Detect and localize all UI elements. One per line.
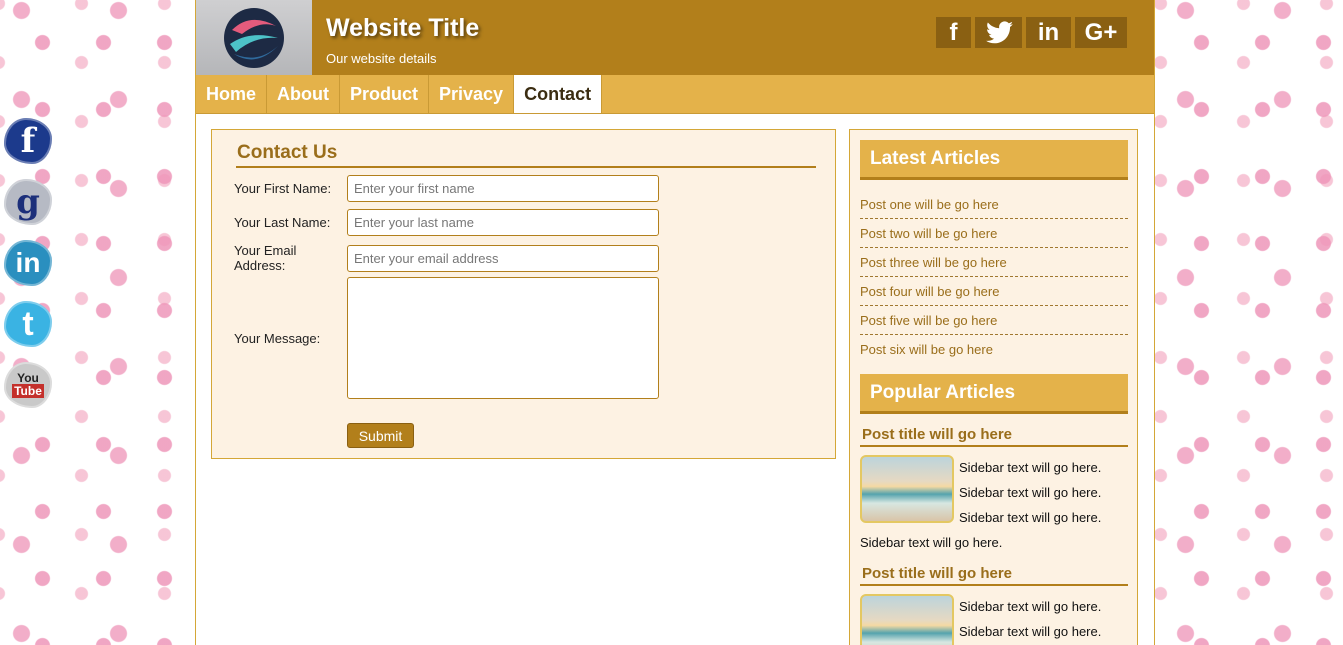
facebook-icon[interactable]: f (936, 17, 971, 48)
youtube-icon[interactable]: You Tube (2, 360, 54, 410)
latest-article-link[interactable]: Post four will be go here (860, 277, 1128, 306)
google-icon[interactable]: g (2, 177, 54, 227)
popular-article-body: Sidebar text will go here. Sidebar text … (860, 594, 1128, 645)
nav-product[interactable]: Product (340, 75, 430, 113)
twitter-icon[interactable]: t (2, 299, 54, 349)
popular-article-title[interactable]: Post title will go here (860, 425, 1128, 447)
floating-social-bar: f g in t You Tube (2, 116, 56, 421)
popular-article-text: Sidebar text will go here. Sidebar text … (959, 599, 1102, 639)
message-textarea[interactable] (347, 277, 659, 399)
latest-article-link[interactable]: Post three will be go here (860, 248, 1128, 277)
main-nav: Home About Product Privacy Contact (196, 75, 1154, 114)
email-field[interactable]: Enter your email address (347, 244, 659, 272)
popular-article: Post title will go here Sidebar text wil… (860, 564, 1128, 645)
contact-heading: Contact Us (236, 142, 816, 168)
popular-articles-heading: Popular Articles (860, 374, 1128, 414)
submit-button[interactable]: Submit (347, 423, 414, 448)
first-name-label: Your First Name: (234, 181, 332, 196)
first-name-row: Your First Name: Enter your first name (234, 175, 659, 202)
nav-about[interactable]: About (267, 75, 340, 113)
last-name-label: Your Last Name: (234, 215, 331, 230)
first-name-field[interactable]: Enter your first name (347, 175, 659, 202)
site-title: Website Title (326, 14, 480, 42)
email-row: Your Email Address: Enter your email add… (234, 243, 659, 273)
header-social-links: f in G+ (936, 17, 1127, 48)
beach-thumbnail[interactable] (860, 455, 954, 523)
site-logo[interactable] (196, 0, 312, 75)
latest-articles-list: Post one will be go here Post two will b… (860, 190, 1128, 364)
nav-privacy[interactable]: Privacy (429, 75, 515, 113)
latest-article-link[interactable]: Post six will be go here (860, 335, 1128, 364)
linkedin-icon[interactable]: in (1026, 17, 1071, 48)
facebook-icon[interactable]: f (2, 116, 54, 166)
site-header: Website Title Our website details f in G… (196, 0, 1154, 75)
nav-home[interactable]: Home (196, 75, 268, 113)
latest-article-link[interactable]: Post five will be go here (860, 306, 1128, 335)
google-plus-icon[interactable]: G+ (1075, 17, 1127, 48)
logo-icon (224, 7, 284, 68)
popular-article-title[interactable]: Post title will go here (860, 564, 1128, 586)
beach-thumbnail[interactable] (860, 594, 954, 645)
sidebar: Latest Articles Post one will be go here… (849, 129, 1138, 645)
message-row: Your Message: (234, 277, 659, 399)
message-label: Your Message: (234, 330, 321, 346)
nav-contact[interactable]: Contact (514, 75, 603, 113)
site-subtitle: Our website details (326, 51, 437, 66)
page-container: Website Title Our website details f in G… (195, 0, 1155, 645)
last-name-field[interactable]: Enter your last name (347, 209, 659, 236)
last-name-row: Your Last Name: Enter your last name (234, 209, 659, 236)
latest-article-link[interactable]: Post one will be go here (860, 190, 1128, 219)
linkedin-icon[interactable]: in (2, 238, 54, 288)
email-label: Your Email Address: (234, 243, 297, 273)
twitter-icon[interactable] (975, 17, 1022, 48)
latest-articles-heading: Latest Articles (860, 140, 1128, 180)
popular-article: Post title will go here Sidebar text wil… (860, 425, 1128, 555)
contact-form-panel: Contact Us Your First Name: Enter your f… (211, 129, 836, 459)
latest-article-link[interactable]: Post two will be go here (860, 219, 1128, 248)
popular-article-body: Sidebar text will go here. Sidebar text … (860, 455, 1128, 555)
